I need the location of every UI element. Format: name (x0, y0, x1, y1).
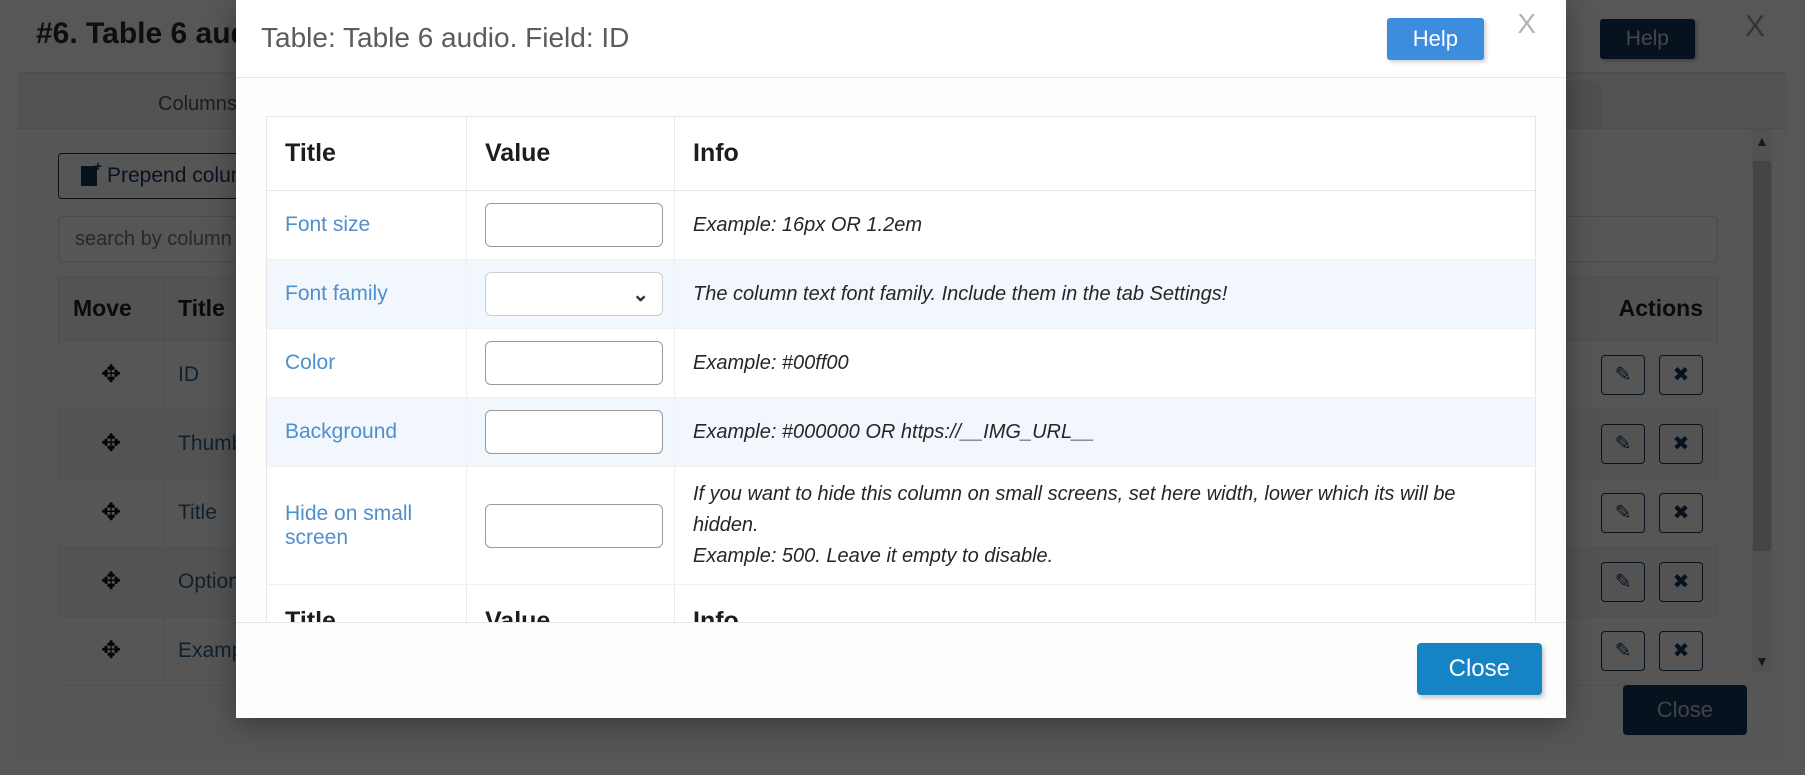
header-info: Info (674, 116, 1536, 191)
property-label: Color (285, 351, 336, 374)
move-icon[interactable]: ✥ (97, 568, 125, 596)
property-info: Example: #000000 OR https://__IMG_URL__ (693, 420, 1095, 443)
property-label: Hide on small screen (285, 501, 413, 549)
property-info-cell: If you want to hide this column on small… (674, 466, 1536, 585)
color-input[interactable] (485, 341, 663, 385)
modal-close-icon[interactable]: X (1517, 8, 1536, 40)
header-value: Value (466, 116, 675, 191)
footer-title: Title (266, 584, 467, 622)
property-label: Font family (285, 282, 388, 305)
modal-help-button[interactable]: Help (1386, 18, 1484, 60)
move-cell[interactable]: ✥ (58, 478, 164, 548)
footer-value: Value (466, 584, 675, 622)
screen-root: #6. Table 6 audio settings Help X Column… (0, 0, 1805, 775)
background-close-button[interactable]: Close (1622, 685, 1747, 735)
property-info-cell: Example: #000000 OR https://__IMG_URL__ (674, 397, 1536, 467)
properties-table-body: Font size Example: 16px OR 1.2em Font fa… (266, 190, 1536, 585)
property-row-hide-on-small-screen: Hide on small screen If you want to hide… (266, 466, 1536, 585)
property-label-cell: Font size (266, 190, 467, 260)
property-value-cell (466, 397, 675, 467)
property-label-cell: Hide on small screen (266, 466, 467, 585)
move-cell[interactable]: ✥ (58, 409, 164, 479)
modal-close-button[interactable]: Close (1416, 643, 1542, 695)
font-family-select[interactable] (485, 272, 663, 316)
edit-button[interactable]: ✎ (1601, 355, 1646, 395)
move-cell[interactable]: ✥ (58, 547, 164, 617)
property-info: Example: #00ff00 (693, 351, 849, 374)
field-properties-table: Title Value Info Font size Example: 16px… (266, 116, 1536, 622)
property-row-background: Background Example: #000000 OR https://_… (266, 397, 1536, 467)
background-help-button[interactable]: Help (1599, 19, 1695, 59)
font-size-input[interactable] (485, 203, 663, 247)
properties-header-row: Title Value Info (266, 116, 1536, 191)
header-title: Title (266, 116, 467, 191)
scroll-up-icon[interactable]: ▲ (1755, 133, 1769, 149)
hide-on-small-screen-input[interactable] (485, 503, 663, 548)
move-icon[interactable]: ✥ (97, 430, 125, 458)
property-info-cell: Example: #00ff00 (674, 328, 1536, 398)
modal-footer: Close (236, 622, 1566, 718)
delete-button[interactable]: ✖ (1659, 631, 1703, 671)
edit-button[interactable]: ✎ (1601, 631, 1646, 671)
background-header-move: Move (58, 276, 164, 341)
document-plus-icon (81, 158, 102, 186)
property-info: The column text font family. Include the… (693, 282, 1228, 305)
properties-footer-row: Title Value Info (266, 584, 1536, 622)
property-label-cell: Color (266, 328, 467, 398)
property-info: If you want to hide this column on small… (693, 483, 1456, 536)
move-icon[interactable]: ✥ (97, 499, 125, 527)
property-label-cell: Background (266, 397, 467, 467)
property-row-font-size: Font size Example: 16px OR 1.2em (266, 190, 1536, 260)
property-label: Background (285, 420, 398, 443)
font-family-select-wrap: ⌄ (485, 272, 663, 316)
property-row-font-family: Font family ⌄ The column text font famil… (266, 259, 1536, 329)
background-close-icon[interactable]: X (1745, 10, 1765, 44)
modal-body: Title Value Info Font size Example: 16px… (236, 78, 1566, 622)
background-input[interactable] (485, 410, 663, 454)
properties-table-foot: Title Value Info (266, 584, 1536, 622)
property-info-cell: The column text font family. Include the… (674, 259, 1536, 329)
edit-button[interactable]: ✎ (1601, 562, 1646, 602)
property-label-cell: Font family (266, 259, 467, 329)
edit-button[interactable]: ✎ (1601, 493, 1646, 533)
move-icon[interactable]: ✥ (97, 361, 125, 389)
modal-header: Table: Table 6 audio. Field: ID Help X (236, 0, 1566, 78)
delete-button[interactable]: ✖ (1659, 562, 1703, 602)
edit-button[interactable]: ✎ (1601, 424, 1646, 464)
delete-button[interactable]: ✖ (1659, 355, 1703, 395)
delete-button[interactable]: ✖ (1659, 493, 1703, 533)
field-settings-modal: Table: Table 6 audio. Field: ID Help X T… (236, 0, 1566, 718)
property-value-cell: ⌄ (466, 259, 675, 329)
property-value-cell (466, 328, 675, 398)
move-icon[interactable]: ✥ (97, 637, 125, 665)
delete-button[interactable]: ✖ (1659, 424, 1703, 464)
property-row-color: Color Example: #00ff00 (266, 328, 1536, 398)
background-scrollbar[interactable]: ▲ ▼ (1751, 129, 1773, 673)
scrollbar-thumb[interactable] (1753, 161, 1771, 551)
property-label: Font size (285, 213, 371, 236)
property-info-cell: Example: 16px OR 1.2em (674, 190, 1536, 260)
property-value-cell (466, 466, 675, 585)
scroll-down-icon[interactable]: ▼ (1755, 653, 1769, 669)
move-cell[interactable]: ✥ (58, 616, 164, 686)
properties-table-head: Title Value Info (266, 116, 1536, 191)
property-value-cell (466, 190, 675, 260)
modal-title: Table: Table 6 audio. Field: ID (261, 22, 630, 53)
property-info-secondary: Example: 500. Leave it empty to disable. (693, 545, 1054, 567)
move-cell[interactable]: ✥ (58, 340, 164, 410)
footer-info: Info (674, 584, 1536, 622)
property-info: Example: 16px OR 1.2em (693, 213, 922, 236)
